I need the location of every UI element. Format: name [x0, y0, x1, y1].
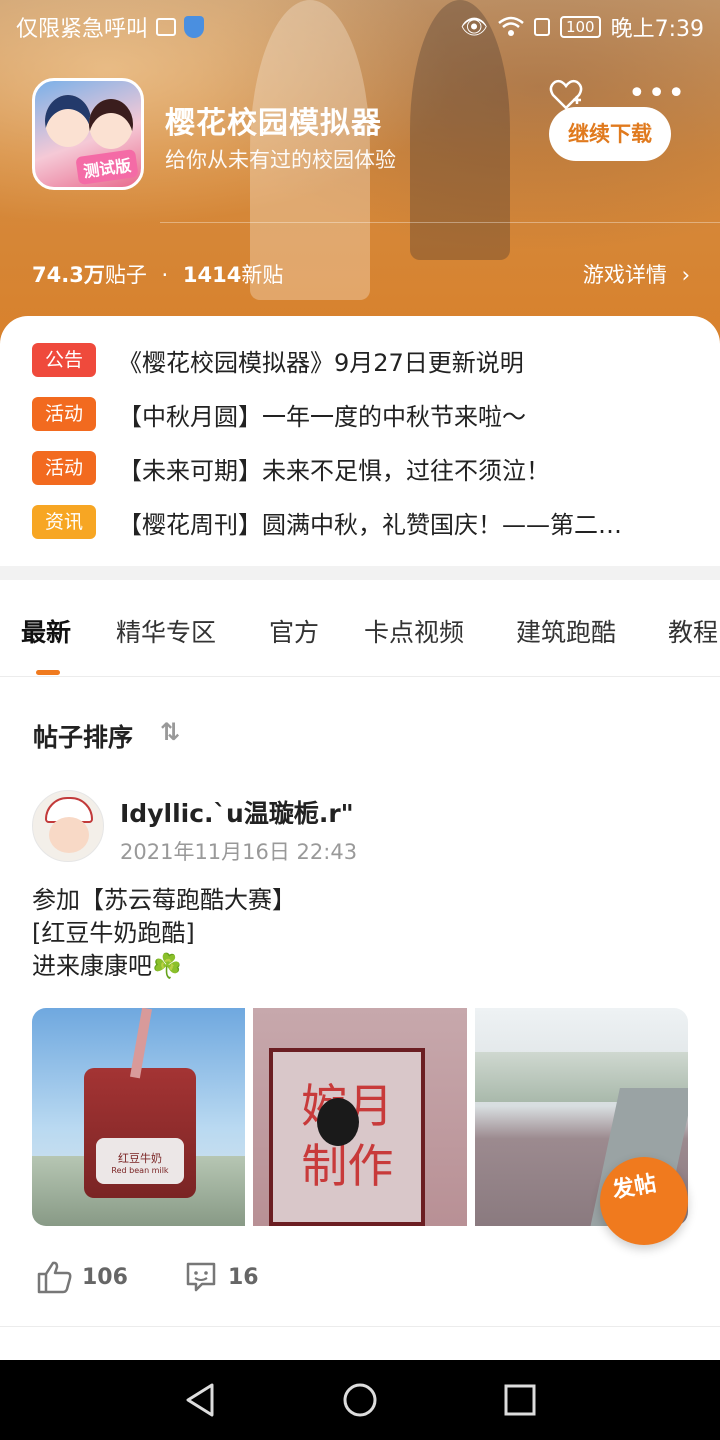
active-tab-indicator [36, 670, 60, 675]
post-image[interactable]: 红豆牛奶 Red bean milk [32, 1008, 246, 1226]
avatar[interactable] [32, 790, 104, 862]
message-icon [156, 18, 177, 36]
image-caption: 红豆牛奶 [118, 1152, 162, 1165]
post-line: 进来康康吧☘️ [32, 952, 182, 980]
home-icon[interactable] [342, 1382, 378, 1418]
icon-character-1 [45, 95, 91, 147]
tab-tutorials[interactable]: 教程 [668, 613, 718, 649]
new-posts-count: 1414 [182, 263, 242, 287]
game-icon[interactable]: 测试版 [32, 78, 144, 190]
new-post-label: 发帖 [610, 1171, 659, 1204]
tab-building-parkour[interactable]: 建筑跑酷 [516, 613, 616, 649]
notice-tag: 活动 [32, 451, 96, 485]
image-caption-sub: Red bean milk [111, 1166, 169, 1175]
notice-item[interactable]: 公告 《樱花校园模拟器》9月27日更新说明 [32, 342, 524, 378]
shield-icon [184, 16, 205, 38]
eye-icon: 👁 [460, 14, 488, 40]
tab-beat-videos[interactable]: 卡点视频 [364, 613, 464, 649]
icon-character-2 [89, 99, 133, 149]
post-actions: 106 16 [36, 1260, 315, 1294]
wifi-icon [498, 16, 524, 36]
notice-item[interactable]: 活动 【未来可期】未来不足惧，过往不须泣！ [32, 450, 550, 486]
tab-featured[interactable]: 精华专区 [116, 613, 216, 649]
notice-title: 【未来可期】未来不足惧，过往不须泣！ [118, 456, 550, 485]
continue-download-button[interactable]: 继续下载 [549, 107, 671, 161]
post-separator [0, 1326, 720, 1327]
notice-title: 《樱花校园模拟器》9月27日更新说明 [118, 348, 524, 377]
post-content[interactable]: 参加【苏云莓跑酷大赛】 [红豆牛奶跑酷] 进来康康吧☘️ [32, 884, 296, 983]
category-tabs: 最新 精华专区 官方 卡点视频 建筑跑酷 教程 [0, 580, 720, 677]
game-details-label: 游戏详情 [582, 263, 667, 287]
header-divider [160, 222, 720, 223]
game-subtitle: 给你从未有过的校园体验 [165, 148, 396, 172]
game-details-link[interactable]: 游戏详情 › [583, 259, 690, 289]
comment-button[interactable]: 16 [184, 1260, 259, 1294]
alert-icon [533, 18, 550, 36]
post-line: 参加【苏云莓跑酷大赛】 [32, 886, 296, 914]
tab-official[interactable]: 官方 [269, 613, 319, 649]
notice-tag: 资讯 [32, 505, 96, 539]
battery-indicator: 100 [559, 16, 601, 38]
post-sort-button[interactable]: 帖子排序 [33, 718, 133, 754]
new-posts-label: 新贴 [241, 263, 284, 287]
stats-dot: · [161, 263, 169, 287]
screen: 仅限紧急呼叫 👁 100 晚上7:39 测试版 樱花校园模拟器 给你从未有过的校… [0, 0, 720, 1440]
forum-stats: 74.3万贴子 · 1414新贴 [32, 259, 283, 289]
post-images: 红豆牛奶 Red bean milk 婉月 制作 [32, 1008, 688, 1226]
thumbs-up-icon [37, 1261, 72, 1294]
section-gap [0, 566, 720, 580]
comment-count: 16 [227, 1264, 259, 1290]
clock: 晚上7:39 [610, 17, 704, 42]
notice-title: 【中秋月圆】一年一度的中秋节来啦～ [118, 402, 526, 431]
notice-title: 【樱花周刊】圆满中秋，礼赞国庆！——第二… [118, 510, 622, 539]
tab-latest[interactable]: 最新 [21, 613, 71, 649]
back-icon[interactable] [184, 1382, 216, 1418]
notice-tag: 公告 [32, 343, 96, 377]
status-text: 仅限紧急呼叫 [16, 17, 149, 42]
more-options-button[interactable]: ••• [628, 79, 687, 109]
post-image[interactable]: 婉月 制作 [253, 1008, 467, 1226]
comment-icon [186, 1262, 216, 1292]
game-title: 樱花校园模拟器 [165, 106, 382, 141]
sort-icon[interactable]: ⇅ [160, 718, 180, 746]
post-timestamp: 2021年11月16日 22:43 [120, 840, 358, 864]
notice-tag: 活动 [32, 397, 96, 431]
recent-apps-icon[interactable] [504, 1384, 536, 1416]
posts-count: 74.3万 [32, 263, 105, 287]
new-post-button[interactable]: 发帖 [600, 1157, 688, 1245]
posts-label: 贴子 [104, 263, 147, 287]
post-username[interactable]: Idyllic.`u温璇栀.r" [120, 794, 354, 830]
test-version-badge: 测试版 [75, 148, 139, 186]
post-line: [红豆牛奶跑酷] [32, 919, 195, 947]
like-button[interactable]: 106 [36, 1260, 128, 1294]
like-count: 106 [82, 1264, 128, 1290]
chevron-right-icon: › [681, 263, 690, 287]
system-nav-bar [0, 1360, 720, 1440]
avatar-face [49, 817, 89, 853]
status-bar: 仅限紧急呼叫 👁 100 晚上7:39 [0, 0, 720, 50]
notice-item[interactable]: 活动 【中秋月圆】一年一度的中秋节来啦～ [32, 396, 526, 432]
notice-item[interactable]: 资讯 【樱花周刊】圆满中秋，礼赞国庆！——第二… [32, 504, 622, 540]
